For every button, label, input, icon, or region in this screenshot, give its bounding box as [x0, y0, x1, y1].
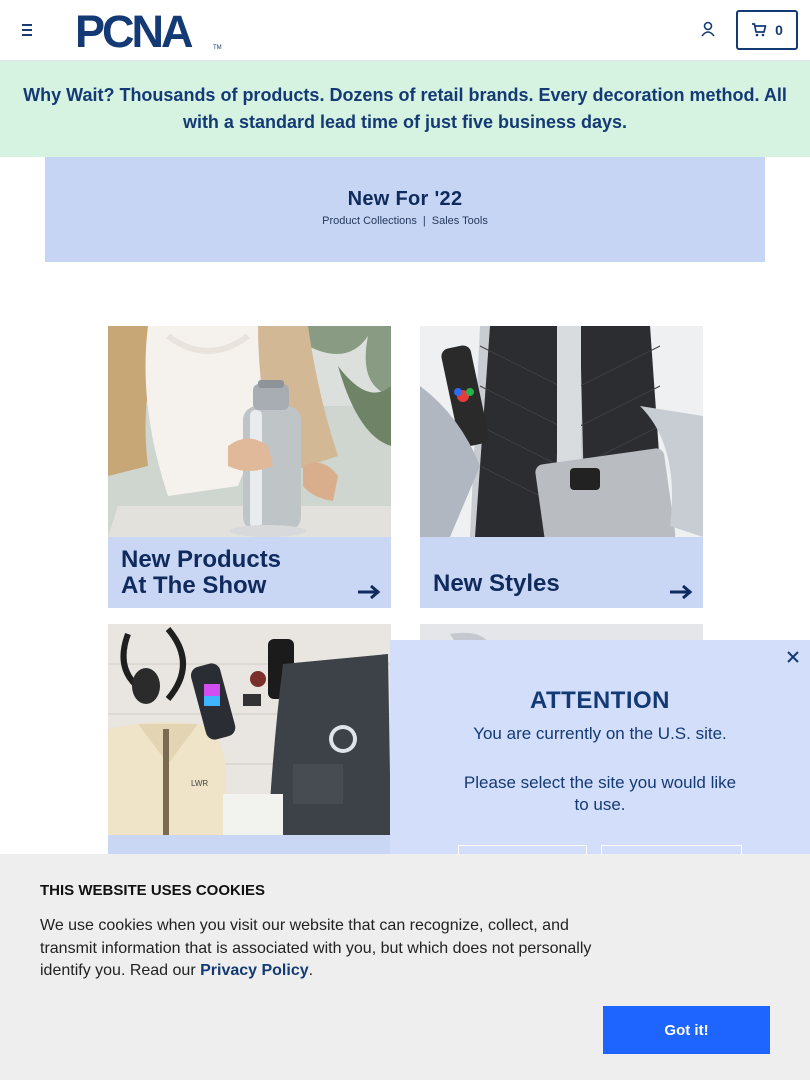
cart-button[interactable]: 0 — [736, 10, 798, 50]
hamburger-icon[interactable] — [18, 20, 38, 40]
arrow-right-icon — [670, 584, 693, 600]
attention-current-site: You are currently on the U.S. site. — [473, 724, 727, 743]
tile-caption — [108, 835, 391, 854]
vest-photo — [420, 326, 703, 537]
tile-flat-lay[interactable]: LWR — [108, 624, 391, 854]
tile-new-styles[interactable]: New Styles — [420, 326, 703, 608]
attention-instructions: Please select the site you would like to… — [463, 773, 737, 814]
tile-caption: New Products At The Show — [108, 537, 391, 608]
cookie-title: THIS WEBSITE USES COOKIES — [40, 882, 266, 899]
bottle-photo — [108, 326, 391, 537]
got-it-button[interactable]: Got it! — [603, 1006, 770, 1054]
attention-title: ATTENTION — [529, 687, 671, 714]
page: PCNA TM 0 Why Wait? Thousands of product… — [0, 0, 810, 1080]
hero-link-sales-tools[interactable]: Sales Tools — [432, 215, 488, 227]
cookie-banner: THIS WEBSITE USES COOKIES We use cookies… — [0, 854, 810, 1080]
cart-count: 0 — [775, 22, 783, 38]
privacy-policy-link[interactable]: Privacy Policy — [200, 962, 309, 979]
cookie-text: We use cookies when you visit our websit… — [40, 915, 600, 983]
pcna-logo[interactable]: PCNA TM — [75, 6, 225, 57]
promo-banner: Why Wait? Thousands of products. Dozens … — [0, 61, 810, 157]
logo-text: PCNA — [75, 9, 193, 51]
user-icon[interactable] — [698, 20, 718, 40]
hero-link-product-collections[interactable]: Product Collections — [322, 215, 417, 227]
logo-graphic: PCNA TM — [75, 6, 222, 57]
tile-label: New Products At The Show — [121, 546, 282, 599]
hero-title: New For '22 — [347, 188, 463, 210]
svg-text:LWR: LWR — [191, 779, 208, 788]
cookie-body: We use cookies when you visit our websit… — [40, 917, 592, 979]
hero-separator: | — [422, 215, 426, 227]
cookie-period: . — [308, 962, 314, 979]
tile-new-products[interactable]: New Products At The Show — [108, 326, 391, 608]
svg-text:TM: TM — [213, 45, 222, 51]
flat-lay-photo: LWR — [108, 624, 391, 835]
promo-text: Why Wait? Thousands of products. Dozens … — [23, 85, 787, 132]
close-icon[interactable] — [786, 650, 800, 664]
arrow-right-icon — [358, 584, 381, 600]
site-selection-modal: ATTENTION You are currently on the U.S. … — [390, 640, 810, 880]
tile-label: New Styles — [433, 570, 560, 597]
hero-subtitle: Product Collections | Sales Tools — [45, 215, 765, 227]
site-header: PCNA TM 0 — [0, 0, 810, 61]
cart-icon — [752, 23, 767, 37]
new-for-22-banner[interactable]: New For '22 Product Collections | Sales To… — [45, 157, 765, 262]
tile-caption: New Styles — [420, 537, 703, 608]
